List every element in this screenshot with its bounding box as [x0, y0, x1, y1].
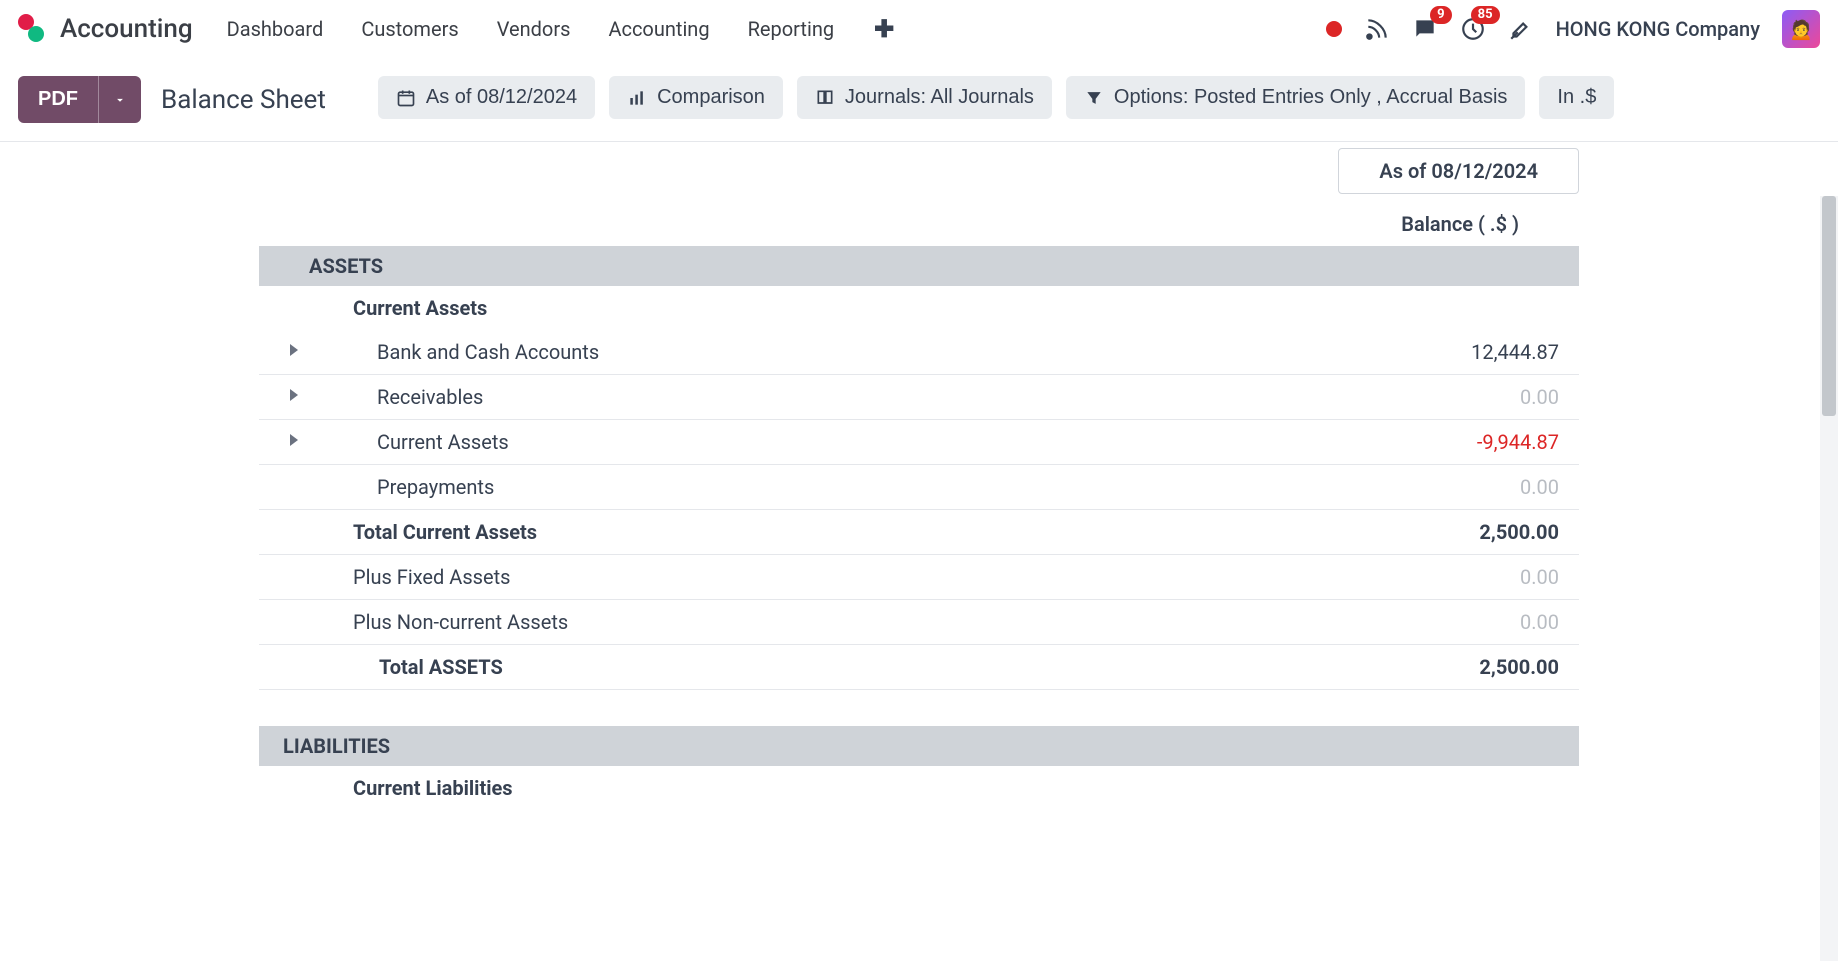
pdf-button[interactable]: PDF: [18, 76, 98, 123]
filter-options[interactable]: Options: Posted Entries Only , Accrual B…: [1066, 76, 1526, 119]
scrollbar-thumb[interactable]: [1822, 196, 1836, 416]
activities-badge: 85: [1471, 6, 1500, 24]
nav-menu: Dashboard Customers Vendors Accounting R…: [221, 11, 903, 47]
row-current-assets-group[interactable]: Current Assets: [259, 286, 1579, 330]
expand-caret-icon[interactable]: [290, 344, 298, 356]
nav-vendors[interactable]: Vendors: [491, 11, 577, 47]
app-brand[interactable]: Accounting: [60, 14, 193, 44]
user-avatar[interactable]: 🙍: [1782, 10, 1820, 48]
filter-currency-label: In .$: [1557, 86, 1596, 109]
row-receivables[interactable]: Receivables 0.00: [259, 375, 1579, 420]
filter-date-label: As of 08/12/2024: [426, 86, 577, 109]
top-nav: Accounting Dashboard Customers Vendors A…: [0, 0, 1838, 58]
label-plus-noncurrent: Plus Non-current Assets: [329, 610, 1379, 634]
report-container: As of 08/12/2024 Balance ( .$ ) ASSETS C…: [0, 142, 1838, 850]
filter-options-label: Options: Posted Entries Only , Accrual B…: [1114, 86, 1508, 109]
messages-badge: 9: [1430, 6, 1451, 24]
value-total-current-assets: 2,500.00: [1379, 520, 1579, 544]
nav-customers[interactable]: Customers: [355, 11, 464, 47]
pdf-dropdown-button[interactable]: [98, 76, 141, 123]
app-logo-icon[interactable]: [18, 14, 48, 44]
control-panel: PDF Balance Sheet As of 08/12/2024 Compa…: [0, 58, 1838, 142]
nav-reporting[interactable]: Reporting: [742, 11, 841, 47]
value-plus-noncurrent: 0.00: [1379, 610, 1579, 634]
label-plus-fixed: Plus Fixed Assets: [329, 565, 1379, 589]
row-total-assets[interactable]: Total ASSETS 2,500.00: [259, 645, 1579, 690]
report-date-header: As of 08/12/2024: [1338, 148, 1579, 194]
recording-indicator-icon: [1326, 21, 1342, 37]
value-current-assets: -9,944.87: [1379, 430, 1579, 454]
balance-sheet-report: As of 08/12/2024 Balance ( .$ ) ASSETS C…: [259, 148, 1579, 850]
section-liabilities-header: LIABILITIES: [259, 726, 1579, 766]
page-title: Balance Sheet: [161, 85, 326, 115]
row-plus-fixed[interactable]: Plus Fixed Assets 0.00: [259, 555, 1579, 600]
book-icon: [815, 88, 835, 108]
messages-icon[interactable]: 9: [1412, 16, 1438, 42]
filter-currency[interactable]: In .$: [1539, 76, 1614, 119]
tools-icon[interactable]: [1508, 16, 1534, 42]
filter-icon: [1084, 88, 1104, 108]
section-assets-header: ASSETS: [259, 246, 1579, 286]
filter-comparison-label: Comparison: [657, 86, 765, 109]
label-current-assets: Current Assets: [329, 430, 1379, 454]
value-plus-fixed: 0.00: [1379, 565, 1579, 589]
filter-date[interactable]: As of 08/12/2024: [378, 76, 595, 119]
label-total-current-assets: Total Current Assets: [329, 520, 1379, 544]
nav-right: 9 85 HONG KONG Company 🙍: [1326, 10, 1820, 48]
expand-caret-icon[interactable]: [290, 434, 298, 446]
calendar-icon: [396, 88, 416, 108]
caret-down-icon: [113, 93, 127, 107]
value-receivables: 0.00: [1379, 385, 1579, 409]
bar-chart-icon: [627, 88, 647, 108]
row-plus-noncurrent[interactable]: Plus Non-current Assets 0.00: [259, 600, 1579, 645]
balance-column-label: Balance ( .$ ): [259, 202, 1579, 246]
pdf-button-group: PDF: [18, 76, 141, 123]
label-current-liabilities: Current Liabilities: [329, 776, 1379, 800]
filter-bar: As of 08/12/2024 Comparison Journals: Al…: [378, 76, 1614, 119]
label-current-assets-group: Current Assets: [329, 296, 1379, 320]
row-current-assets[interactable]: Current Assets -9,944.87: [259, 420, 1579, 465]
label-receivables: Receivables: [329, 385, 1379, 409]
value-prepayments: 0.00: [1379, 475, 1579, 499]
nav-new-icon[interactable]: ✚: [866, 15, 902, 43]
row-total-current-assets[interactable]: Total Current Assets 2,500.00: [259, 510, 1579, 555]
row-current-liabilities-group[interactable]: Current Liabilities: [259, 766, 1579, 810]
filter-comparison[interactable]: Comparison: [609, 76, 783, 119]
filter-journals[interactable]: Journals: All Journals: [797, 76, 1052, 119]
row-prepayments[interactable]: Prepayments 0.00: [259, 465, 1579, 510]
filter-journals-label: Journals: All Journals: [845, 86, 1034, 109]
expand-caret-icon[interactable]: [290, 389, 298, 401]
voip-icon[interactable]: [1364, 16, 1390, 42]
label-total-assets: Total ASSETS: [329, 655, 1379, 679]
nav-accounting[interactable]: Accounting: [602, 11, 715, 47]
value-bank-cash: 12,444.87: [1379, 340, 1579, 364]
label-prepayments: Prepayments: [329, 475, 1379, 499]
activities-icon[interactable]: 85: [1460, 16, 1486, 42]
nav-dashboard[interactable]: Dashboard: [221, 11, 330, 47]
value-total-assets: 2,500.00: [1379, 655, 1579, 679]
company-selector[interactable]: HONG KONG Company: [1556, 17, 1760, 41]
label-bank-cash: Bank and Cash Accounts: [329, 340, 1379, 364]
vertical-scrollbar[interactable]: [1820, 196, 1838, 961]
row-bank-cash[interactable]: Bank and Cash Accounts 12,444.87: [259, 330, 1579, 375]
